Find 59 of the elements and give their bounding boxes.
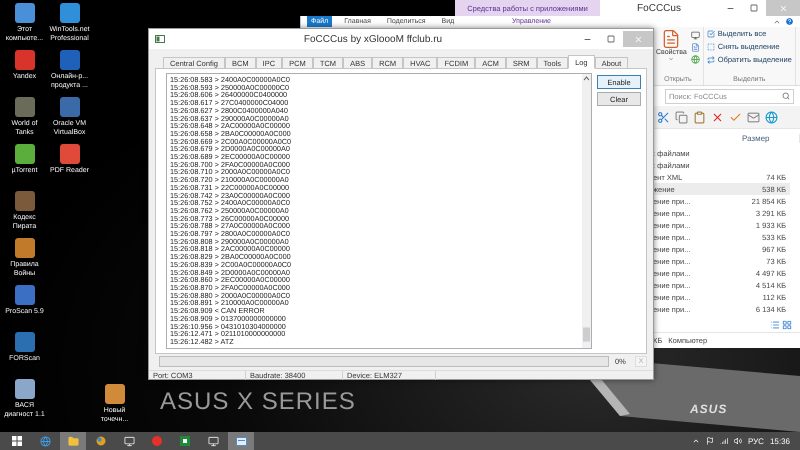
wallpaper-brand-text: ASUS X SERIES	[160, 388, 356, 416]
window-icon[interactable]	[690, 31, 700, 40]
app-icon[interactable]	[14, 3, 34, 23]
circle-icon	[152, 436, 162, 446]
app-icon	[236, 436, 246, 446]
flag-icon[interactable]	[706, 437, 714, 445]
browser-icon	[40, 436, 50, 446]
window-title: FoCCCus by xGloooM ffclub.ru	[302, 34, 444, 44]
tray-caret-icon[interactable]	[692, 437, 700, 445]
laptop-logo-text: ASUS	[690, 402, 728, 416]
delete-icon[interactable]	[711, 110, 724, 124]
log-box[interactable]	[166, 73, 592, 349]
app-icon[interactable]	[60, 97, 80, 117]
globe-icon[interactable]	[765, 110, 778, 124]
app-icon[interactable]	[60, 3, 80, 23]
document-icon[interactable]	[690, 43, 700, 52]
maximize-icon	[750, 4, 758, 12]
app-icon[interactable]	[104, 384, 124, 404]
globe-icon[interactable]	[690, 55, 700, 64]
app-icon[interactable]	[14, 50, 34, 70]
app-icon[interactable]	[14, 379, 34, 399]
app-icon[interactable]	[60, 144, 80, 164]
folder-icon	[68, 436, 78, 446]
app-icon[interactable]	[60, 50, 80, 70]
close-icon	[778, 4, 788, 12]
copy-icon[interactable]	[675, 110, 688, 124]
column-header[interactable]: Размер	[738, 134, 800, 142]
details-view-icon[interactable]	[770, 320, 780, 330]
scroll-bar[interactable]	[582, 74, 591, 348]
caret-icon	[668, 56, 674, 62]
close-icon	[634, 34, 642, 44]
clipboard-icon[interactable]	[693, 110, 706, 124]
signal-icon[interactable]	[720, 437, 728, 445]
app-icon[interactable]	[14, 97, 34, 117]
scissors-icon[interactable]	[657, 110, 670, 124]
clock[interactable]: 15:36	[770, 436, 790, 446]
spreadsheet-icon	[180, 436, 190, 446]
windows-icon	[12, 436, 22, 446]
window-icon	[124, 436, 134, 446]
volume-icon[interactable]	[734, 437, 742, 445]
search-icon	[782, 92, 790, 100]
select-all-icon	[706, 30, 715, 38]
app-icon[interactable]	[14, 144, 34, 164]
ball-icon	[96, 436, 106, 446]
language-indicator[interactable]: РУС	[748, 436, 764, 446]
icons-view-icon[interactable]	[782, 320, 792, 330]
window-icon	[208, 436, 218, 446]
maximize-icon	[607, 35, 615, 43]
window-title: FoCCCus	[636, 2, 682, 14]
app-icon[interactable]	[14, 285, 34, 305]
app-icon[interactable]	[14, 332, 34, 352]
app-icon[interactable]	[14, 238, 34, 258]
check-icon[interactable]	[729, 110, 742, 124]
help-icon[interactable]	[785, 17, 794, 26]
invert-selection-icon	[706, 56, 715, 64]
document-icon	[661, 29, 682, 49]
app-icon	[155, 35, 165, 43]
select-none-icon	[706, 42, 715, 50]
mail-icon[interactable]	[747, 110, 760, 124]
